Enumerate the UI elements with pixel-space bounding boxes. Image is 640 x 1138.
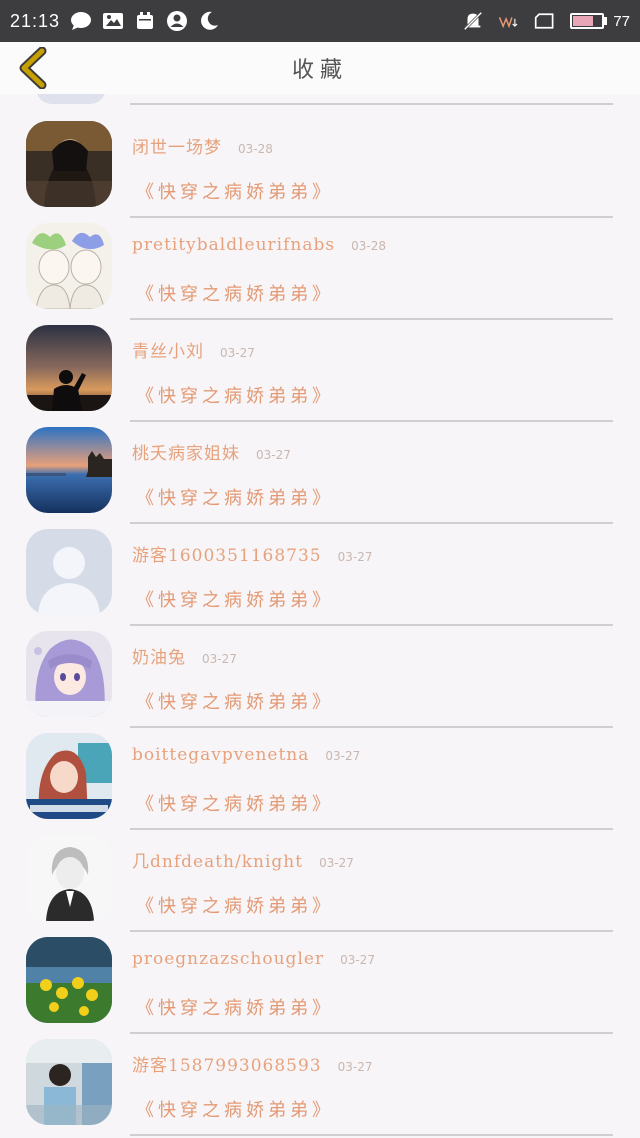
user-name: 游客1587993068593 03-27 xyxy=(132,1056,373,1076)
book-title[interactable]: 《快穿之病娇弟弟》 xyxy=(136,892,334,918)
status-time: 21:13 xyxy=(10,10,61,31)
avatar[interactable] xyxy=(26,631,112,717)
status-bar: 21:13 77 xyxy=(0,0,640,42)
nav-bar: 收藏 xyxy=(0,42,640,94)
avatar[interactable] xyxy=(26,733,112,819)
row-divider xyxy=(130,1134,613,1136)
signal-wave-icon xyxy=(498,10,520,32)
back-button[interactable] xyxy=(16,46,50,90)
list-item[interactable]: 闭世一场梦 03-28 《快穿之病娇弟弟》 xyxy=(0,106,640,218)
no-sim-icon xyxy=(534,10,556,32)
user-name: 几dnfdeath/knight 03-27 xyxy=(132,852,354,872)
list-item[interactable]: 游客1587993068593 03-27 《快穿之病娇弟弟》 xyxy=(0,1024,640,1136)
user-name: 奶油兔 03-27 xyxy=(132,648,237,668)
favorite-date: 03-27 xyxy=(325,749,361,763)
favorite-date: 03-27 xyxy=(220,346,255,360)
book-title[interactable]: 《快穿之病娇弟弟》 xyxy=(136,688,334,714)
image-icon xyxy=(102,10,124,32)
user-name: 闭世一场梦 03-28 xyxy=(132,138,273,158)
book-title[interactable]: 《快穿之病娇弟弟》 xyxy=(136,1096,334,1122)
user-name: proegnzazschougler 03-27 xyxy=(132,949,375,969)
mute-bell-icon xyxy=(462,10,484,32)
user-name: boittegavpvenetna 03-27 xyxy=(132,745,361,765)
account-icon xyxy=(166,10,188,32)
moon-icon xyxy=(198,10,220,32)
list-item[interactable]: 奶油兔 03-27 《快穿之病娇弟弟》 xyxy=(0,616,640,728)
list-item[interactable]: 桃夭病家姐妹 03-27 《快穿之病娇弟弟》 xyxy=(0,412,640,524)
favorite-date: 03-27 xyxy=(340,953,375,967)
favorites-list[interactable]: 闭世一场梦 03-28 《快穿之病娇弟弟》 pretitybaldleurifna… xyxy=(0,94,640,1138)
row-divider xyxy=(130,103,613,105)
battery-level: 77 xyxy=(613,12,630,30)
avatar xyxy=(36,94,106,104)
book-title[interactable]: 《快穿之病娇弟弟》 xyxy=(136,280,334,306)
book-title[interactable]: 《快穿之病娇弟弟》 xyxy=(136,790,334,816)
avatar[interactable] xyxy=(26,1039,112,1125)
favorite-date: 03-27 xyxy=(337,1060,373,1074)
calendar-icon xyxy=(134,10,156,32)
favorite-date: 03-27 xyxy=(337,550,373,564)
avatar[interactable] xyxy=(26,529,112,615)
avatar[interactable] xyxy=(26,223,112,309)
battery-indicator: 77 xyxy=(570,13,630,30)
favorite-date: 03-27 xyxy=(256,448,291,462)
chat-bubble-icon xyxy=(70,10,92,32)
favorite-date: 03-28 xyxy=(351,239,386,253)
partial-list-item xyxy=(0,94,640,106)
avatar[interactable] xyxy=(26,937,112,1023)
user-name: 游客1600351168735 03-27 xyxy=(132,546,373,566)
favorite-date: 03-27 xyxy=(319,856,354,870)
book-title[interactable]: 《快穿之病娇弟弟》 xyxy=(136,382,334,408)
avatar[interactable] xyxy=(26,427,112,513)
user-name: 桃夭病家姐妹 03-27 xyxy=(132,444,291,464)
favorite-date: 03-28 xyxy=(238,142,273,156)
list-item[interactable]: boittegavpvenetna 03-27 《快穿之病娇弟弟》 xyxy=(0,718,640,830)
book-title[interactable]: 《快穿之病娇弟弟》 xyxy=(136,484,334,510)
list-item[interactable]: proegnzazschougler 03-27 《快穿之病娇弟弟》 xyxy=(0,922,640,1034)
book-title[interactable]: 《快穿之病娇弟弟》 xyxy=(136,994,334,1020)
list-item[interactable]: pretitybaldleurifnabs 03-28 《快穿之病娇弟弟》 xyxy=(0,208,640,320)
list-item[interactable]: 青丝小刘 03-27 《快穿之病娇弟弟》 xyxy=(0,310,640,422)
chevron-left-icon xyxy=(19,47,47,89)
user-name: pretitybaldleurifnabs 03-28 xyxy=(132,235,386,255)
avatar[interactable] xyxy=(26,325,112,411)
favorite-date: 03-27 xyxy=(202,652,237,666)
battery-icon xyxy=(570,13,605,29)
book-title[interactable]: 《快穿之病娇弟弟》 xyxy=(136,178,334,204)
page-title: 收藏 xyxy=(291,58,348,83)
list-item[interactable]: 游客1600351168735 03-27 《快穿之病娇弟弟》 xyxy=(0,514,640,626)
user-name: 青丝小刘 03-27 xyxy=(132,342,255,362)
book-title[interactable]: 《快穿之病娇弟弟》 xyxy=(136,586,334,612)
list-item[interactable]: 几dnfdeath/knight 03-27 《快穿之病娇弟弟》 xyxy=(0,820,640,932)
avatar[interactable] xyxy=(26,121,112,207)
avatar[interactable] xyxy=(26,835,112,921)
